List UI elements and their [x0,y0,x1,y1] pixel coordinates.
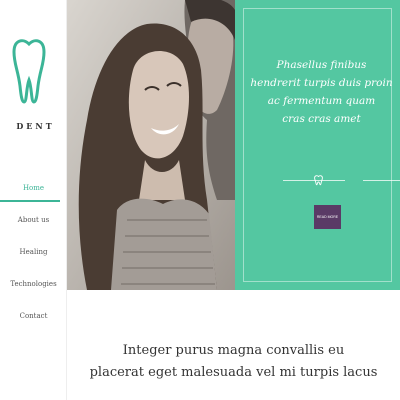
tooth-icon[interactable] [12,36,46,108]
hero-quote: Phasellus finibus hendrerit turpis duis … [249,56,394,128]
hero-quote-line-4: cras cras amet [282,113,361,125]
nav-item-contact[interactable]: Contact [0,306,67,338]
nav-item-home[interactable]: Home [0,178,67,210]
intro-section: Integer purus magna convallis eu placera… [67,290,400,400]
nav-item-healing[interactable]: Healing [0,242,67,274]
panel-frame [243,8,392,282]
couple-photo-illustration [67,0,235,290]
hero-quote-line-1: Phasellus finibus [276,59,367,71]
intro-line-2: placerat eget malesuada vel mi turpis la… [89,365,378,380]
nav-active-indicator [0,200,60,202]
hero-quote-line-3: ac fermentum quam [267,95,376,107]
hero-teal-panel: Phasellus finibus hendrerit turpis duis … [235,0,400,290]
sidebar: DENT Home About us Healing Technologies … [0,0,67,400]
hero-photo [67,0,235,290]
nav-item-about-us[interactable]: About us [0,210,67,242]
hero-quote-line-2: hendrerit turpis duis proin [250,77,393,89]
tooth-icon [314,175,323,186]
intro-text: Integer purus magna convallis eu placera… [67,340,400,384]
intro-line-1: Integer purus magna convallis eu [122,343,345,358]
main-nav: Home About us Healing Technologies Conta… [0,178,67,338]
nav-item-technologies[interactable]: Technologies [0,274,67,306]
read-more-button[interactable]: READ MORE [314,205,341,229]
brand-name[interactable]: DENT [0,121,67,131]
divider-right [363,180,400,181]
